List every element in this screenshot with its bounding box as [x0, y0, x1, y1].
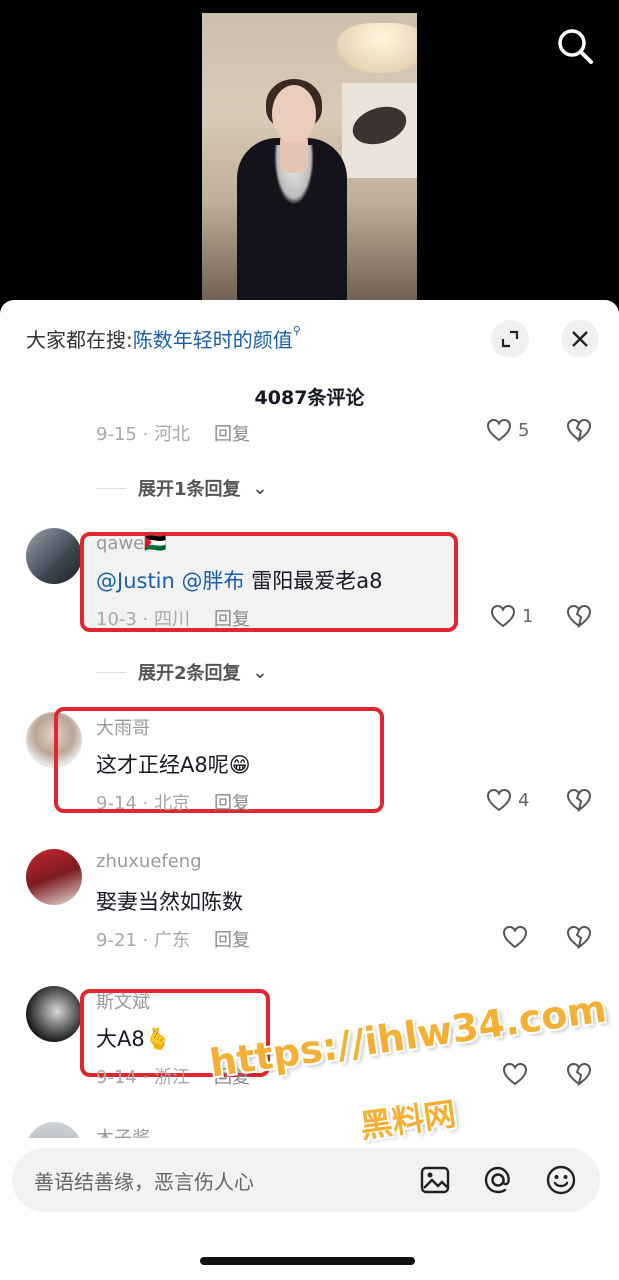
video-area[interactable]: [0, 0, 619, 320]
expand-replies[interactable]: 展开1条回复 ⌄: [96, 475, 268, 501]
comment-username[interactable]: zhuxuefeng: [96, 851, 202, 872]
comment-input[interactable]: 善语结善缘，恶言伤人心: [34, 1166, 254, 1195]
broken-heart-icon: [566, 418, 592, 443]
heart-icon: [486, 788, 512, 812]
reply-button[interactable]: 回复: [214, 424, 250, 445]
at-icon[interactable]: [480, 1162, 516, 1198]
search-suggestion-term[interactable]: 陈数年轻时的颜值: [133, 328, 293, 352]
like-button[interactable]: [502, 925, 534, 949]
avatar[interactable]: [26, 849, 82, 905]
divider: [96, 671, 126, 673]
heart-icon: [486, 418, 512, 442]
like-count: 4: [518, 789, 530, 811]
comment-date-location: 10-3 · 四川: [96, 609, 191, 630]
broken-heart-icon: [566, 604, 592, 629]
comment-text: 这才正经A8呢😁: [96, 753, 251, 777]
like-button[interactable]: 1: [490, 604, 533, 628]
dislike-button[interactable]: [566, 925, 592, 953]
comment-text: @Justin @胖布 雷阳最爱老a8: [96, 565, 382, 595]
mention-link[interactable]: @Justin: [96, 569, 175, 593]
dislike-button[interactable]: [566, 788, 592, 816]
image-icon[interactable]: [417, 1162, 453, 1198]
reply-button[interactable]: 回复: [214, 793, 250, 814]
person-face: [272, 85, 316, 143]
search-suggestion-prefix: 大家都在搜:: [26, 328, 133, 352]
avatar[interactable]: [26, 528, 82, 584]
mini-search-icon: ⚲: [292, 324, 301, 337]
chevron-down-icon: ⌄: [252, 661, 268, 683]
close-icon: [572, 331, 588, 347]
emoji-icon[interactable]: [543, 1162, 579, 1198]
expand-replies-label: 展开2条回复: [138, 663, 241, 684]
comment-date-location: 9-14 · 北京: [96, 793, 191, 814]
broken-heart-icon: [566, 925, 592, 950]
reply-button[interactable]: 回复: [214, 609, 250, 630]
lamp-shape: [337, 23, 417, 73]
comment-meta: 9-14 · 北京 回复: [96, 789, 250, 815]
broken-heart-icon: [566, 1062, 592, 1087]
comment-date-location: 9-21 · 广东: [96, 930, 191, 951]
comment-input-bar[interactable]: 善语结善缘，恶言伤人心: [12, 1148, 600, 1212]
expand-button[interactable]: [491, 320, 529, 358]
comment-meta: 9-21 · 广东 回复: [96, 926, 250, 952]
comment-username[interactable]: 大雨哥: [96, 714, 150, 740]
comment-username[interactable]: qawe🇵🇸: [96, 533, 167, 554]
mention-link[interactable]: @胖布: [182, 569, 245, 593]
comment-text: 大A8🫰: [96, 1027, 171, 1051]
dislike-button[interactable]: [566, 418, 592, 446]
comment-sheet: 大家都在搜:陈数年轻时的颜值⚲ 4087条评论 9-15 · 河北 回复 5 展开…: [0, 300, 619, 1280]
home-indicator[interactable]: [200, 1257, 415, 1265]
dislike-button[interactable]: [566, 604, 592, 632]
like-button[interactable]: 5: [486, 418, 529, 442]
comment-date-location: 9-15 · 河北: [96, 424, 191, 445]
comment-date-location: 9-14 · 浙江: [96, 1067, 191, 1088]
search-suggestion[interactable]: 大家都在搜:陈数年轻时的颜值⚲: [26, 324, 301, 353]
comment-body: 雷阳最爱老a8: [251, 569, 383, 593]
comment-count: 4087条评论: [254, 387, 365, 409]
like-count: 1: [522, 605, 534, 627]
comment-username[interactable]: 斯文斌: [96, 988, 150, 1014]
divider: [96, 487, 126, 489]
reply-button[interactable]: 回复: [214, 930, 250, 951]
expand-replies[interactable]: 展开2条回复 ⌄: [96, 659, 268, 685]
dislike-button[interactable]: [566, 1062, 592, 1090]
comment-meta: 10-3 · 四川 回复: [96, 605, 250, 631]
heart-icon: [490, 604, 516, 628]
like-count: 5: [518, 419, 530, 441]
chevron-down-icon: ⌄: [252, 477, 268, 499]
heart-icon: [502, 925, 528, 949]
close-button[interactable]: [561, 320, 599, 358]
like-button[interactable]: [502, 1062, 534, 1086]
search-icon[interactable]: [553, 24, 597, 68]
comment-meta: 9-15 · 河北 回复: [96, 420, 250, 446]
expand-icon: [501, 330, 519, 348]
like-button[interactable]: 4: [486, 788, 529, 812]
comment-text: 娶妻当然如陈数: [96, 890, 243, 914]
expand-replies-label: 展开1条回复: [138, 479, 241, 500]
broken-heart-icon: [566, 788, 592, 813]
avatar[interactable]: [26, 1122, 82, 1138]
heart-icon: [502, 1062, 528, 1086]
video-thumbnail[interactable]: [202, 13, 417, 303]
avatar[interactable]: [26, 986, 82, 1042]
comment-username[interactable]: 木子酱: [96, 1124, 150, 1138]
